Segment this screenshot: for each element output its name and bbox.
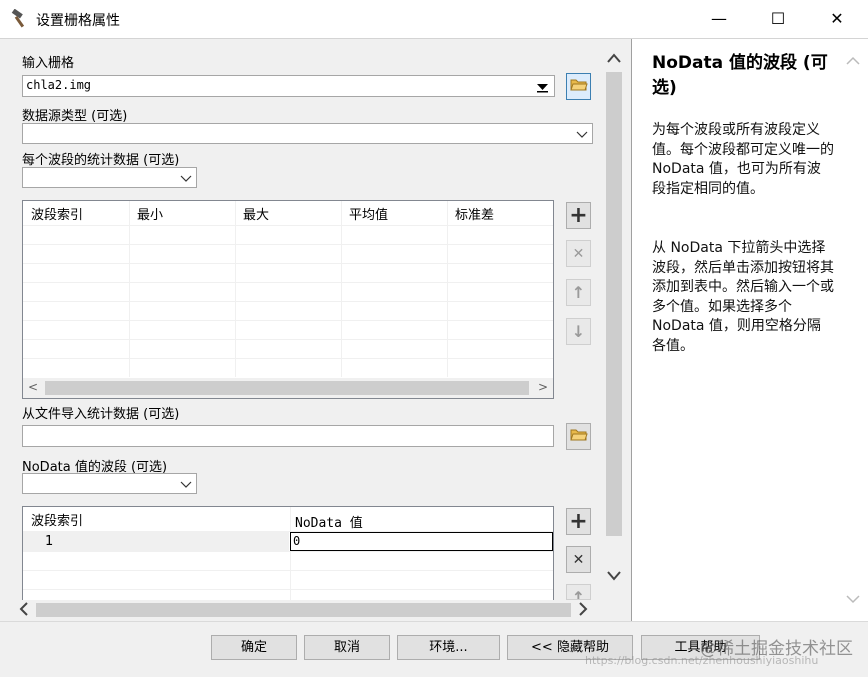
form-hscroll-thumb[interactable]: [36, 603, 571, 617]
scroll-left-icon[interactable]: [19, 601, 29, 621]
grid-line: [23, 570, 553, 571]
chevron-down-icon: [180, 172, 192, 187]
help-scroll-down-icon[interactable]: [846, 593, 860, 608]
remove-stats-button[interactable]: ✕: [566, 240, 591, 267]
help-paragraph-1: 为每个波段或所有波段定义值。每个波段都可定义唯一的 NoData 值，也可为所有…: [652, 122, 834, 197]
form-hscrollbar[interactable]: [14, 600, 594, 620]
title-bar: 设置栅格属性 — ☐ ✕: [0, 0, 868, 38]
input-raster-value: chla2.img: [26, 78, 92, 92]
scroll-left-icon[interactable]: <: [28, 380, 38, 394]
grid-line: [23, 551, 553, 552]
arrow-up-icon: ↑: [571, 587, 586, 600]
folder-icon: [569, 77, 588, 96]
window-title: 设置栅格属性: [36, 13, 120, 29]
nodata-value-input[interactable]: 0: [290, 532, 553, 551]
arrow-up-icon: ↑: [571, 283, 586, 302]
nodata-move-up-button[interactable]: ↑: [566, 584, 591, 600]
nodata-row-value: 0: [293, 534, 301, 548]
input-raster-field[interactable]: chla2.img: [22, 75, 555, 97]
grid-line: [341, 201, 342, 377]
plus-icon: +: [569, 202, 588, 228]
browse-stats-button[interactable]: [566, 423, 591, 450]
grid-line: [23, 589, 553, 590]
stats-table[interactable]: 波段索引 最小 最大 平均值 标准差 < >: [22, 200, 554, 399]
nodata-table[interactable]: 波段索引 NoData 值 1 0: [22, 506, 554, 601]
hammer-icon: [10, 8, 30, 33]
help-scroll-up-icon[interactable]: [846, 55, 860, 70]
add-stats-button[interactable]: +: [566, 202, 591, 229]
stats-col-std: 标准差: [455, 208, 495, 223]
band-stats-label: 每个波段的统计数据 (可选): [22, 153, 180, 168]
grid-line: [447, 201, 448, 377]
nodata-col-value: NoData 值: [295, 516, 363, 531]
scroll-down-icon[interactable]: [606, 570, 622, 586]
folder-icon: [569, 427, 588, 446]
stats-hscrollbar[interactable]: < >: [23, 378, 553, 398]
stats-hscroll-thumb[interactable]: [45, 381, 529, 395]
grid-line: [23, 263, 553, 264]
grid-line: [23, 339, 553, 340]
import-stats-field[interactable]: [22, 425, 554, 447]
grid-line: [23, 358, 553, 359]
nodata-col-band: 波段索引: [31, 514, 84, 529]
stats-col-mean: 平均值: [349, 208, 389, 223]
close-button[interactable]: ✕: [814, 6, 860, 32]
close-icon: ✕: [572, 551, 585, 568]
help-paragraph-2: 从 NoData 下拉箭头中选择波段，然后单击添加按钮将其添加到表中。然后输入一…: [652, 240, 834, 354]
datasource-label: 数据源类型 (可选): [22, 109, 128, 124]
move-down-button[interactable]: ↓: [566, 318, 591, 345]
grid-line: [23, 282, 553, 283]
plus-icon: +: [569, 508, 588, 534]
nodata-row-band: 1: [45, 534, 54, 549]
chevron-down-icon: [180, 478, 192, 493]
grid-line: [23, 301, 553, 302]
scroll-right-icon[interactable]: [578, 601, 588, 621]
stats-col-max: 最大: [243, 208, 270, 223]
browse-raster-button[interactable]: [566, 73, 591, 100]
dropdown-arrow-icon[interactable]: [537, 81, 548, 97]
cancel-button[interactable]: 取消: [304, 635, 390, 660]
grid-line: [23, 320, 553, 321]
grid-line: [23, 225, 553, 226]
ok-button[interactable]: 确定: [211, 635, 297, 660]
form-vscroll-thumb[interactable]: [606, 72, 622, 536]
datasource-select[interactable]: [22, 123, 593, 144]
scroll-up-icon[interactable]: [606, 52, 622, 68]
table-row[interactable]: 1: [23, 532, 289, 551]
import-stats-label: 从文件导入统计数据 (可选): [22, 407, 180, 422]
move-up-button[interactable]: ↑: [566, 279, 591, 306]
stats-col-band: 波段索引: [31, 208, 84, 223]
grid-line: [235, 201, 236, 377]
chevron-down-icon: [576, 128, 588, 143]
add-nodata-button[interactable]: +: [566, 508, 591, 535]
input-raster-label: 输入栅格: [22, 56, 75, 71]
stats-col-min: 最小: [137, 208, 164, 223]
minimize-button[interactable]: —: [696, 6, 742, 32]
form-vscrollbar[interactable]: [603, 50, 625, 600]
watermark-url: https://blog.csdn.net/zhenhoushiyiaoshih…: [585, 654, 819, 667]
help-title: NoData 值的波段 (可选): [652, 53, 828, 98]
grid-line: [129, 201, 130, 377]
maximize-button[interactable]: ☐: [755, 6, 801, 32]
nodata-band-select[interactable]: [22, 473, 197, 494]
scroll-right-icon[interactable]: >: [538, 380, 548, 394]
environments-button[interactable]: 环境...: [397, 635, 500, 660]
help-panel: NoData 值的波段 (可选) 为每个波段或所有波段定义值。每个波段都可定义唯…: [631, 39, 868, 621]
grid-line: [290, 507, 291, 600]
remove-nodata-button[interactable]: ✕: [566, 546, 591, 573]
grid-line: [23, 244, 553, 245]
band-stats-select[interactable]: [22, 167, 197, 188]
arrow-down-icon: ↓: [571, 322, 586, 341]
close-icon: ✕: [572, 245, 585, 262]
